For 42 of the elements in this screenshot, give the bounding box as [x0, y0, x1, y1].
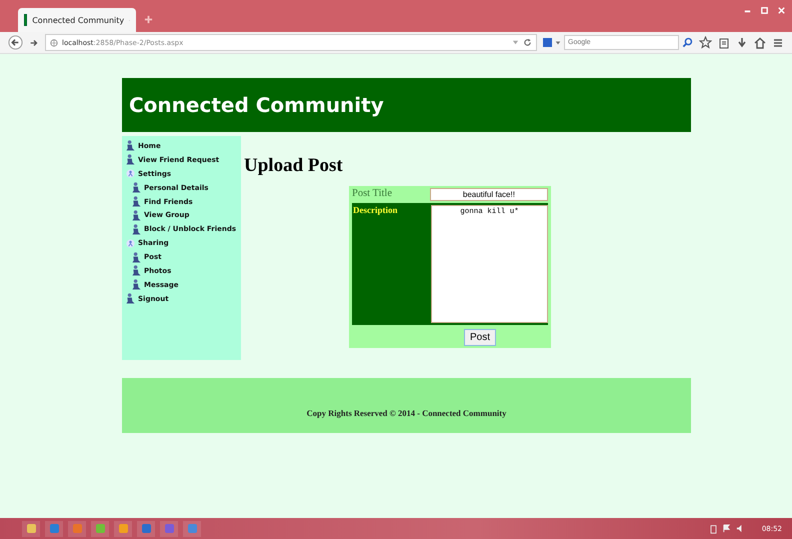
field-label: Post Title	[352, 187, 393, 201]
search-icon[interactable]	[682, 37, 693, 48]
person-icon	[126, 140, 135, 152]
maximize-icon[interactable]	[760, 6, 769, 15]
search-engine-icon	[543, 38, 552, 47]
home-icon[interactable]	[754, 36, 766, 48]
person-icon	[132, 265, 141, 276]
battery-icon	[710, 524, 717, 534]
people-circle-icon	[126, 169, 135, 178]
person-icon	[132, 210, 141, 221]
download-icon[interactable]	[736, 36, 748, 48]
browser-tab[interactable]: Connected Community	[18, 8, 136, 32]
post-button[interactable]: Post	[464, 329, 496, 346]
tab-title: Connected Community	[32, 16, 124, 24]
menu-icon[interactable]	[772, 36, 784, 48]
person-icon	[132, 224, 141, 235]
site-favicon-icon	[24, 14, 28, 26]
person-icon	[126, 293, 135, 304]
site-title: Connected Community	[129, 93, 384, 117]
person-icon	[132, 252, 141, 263]
taskbar-app-icon[interactable]	[91, 520, 109, 536]
person-icon	[132, 196, 141, 207]
taskbar-app-icon[interactable]	[22, 520, 40, 536]
person-icon	[126, 154, 135, 166]
taskbar-app-icon[interactable]	[114, 520, 132, 536]
back-icon[interactable]	[8, 35, 23, 50]
clipboard-icon[interactable]	[718, 36, 730, 48]
reload-icon[interactable]	[523, 38, 532, 47]
globe-icon	[50, 38, 58, 46]
star-icon[interactable]	[699, 36, 712, 49]
new-tab-icon[interactable]	[144, 15, 153, 24]
dropdown-icon[interactable]	[512, 39, 519, 46]
copyright-text: Copy Rights Reserved © 2014 - Connected Community	[306, 408, 506, 418]
forward-icon[interactable]	[29, 38, 39, 48]
field-label: Description	[352, 205, 398, 217]
people-circle-icon	[126, 238, 135, 248]
person-icon	[132, 279, 141, 290]
flag-icon	[722, 524, 731, 533]
page-heading: Upload Post	[244, 155, 344, 177]
person-icon	[132, 182, 141, 194]
dropdown-icon[interactable]	[555, 40, 561, 46]
title-input[interactable]: beautiful face!!	[430, 188, 548, 201]
